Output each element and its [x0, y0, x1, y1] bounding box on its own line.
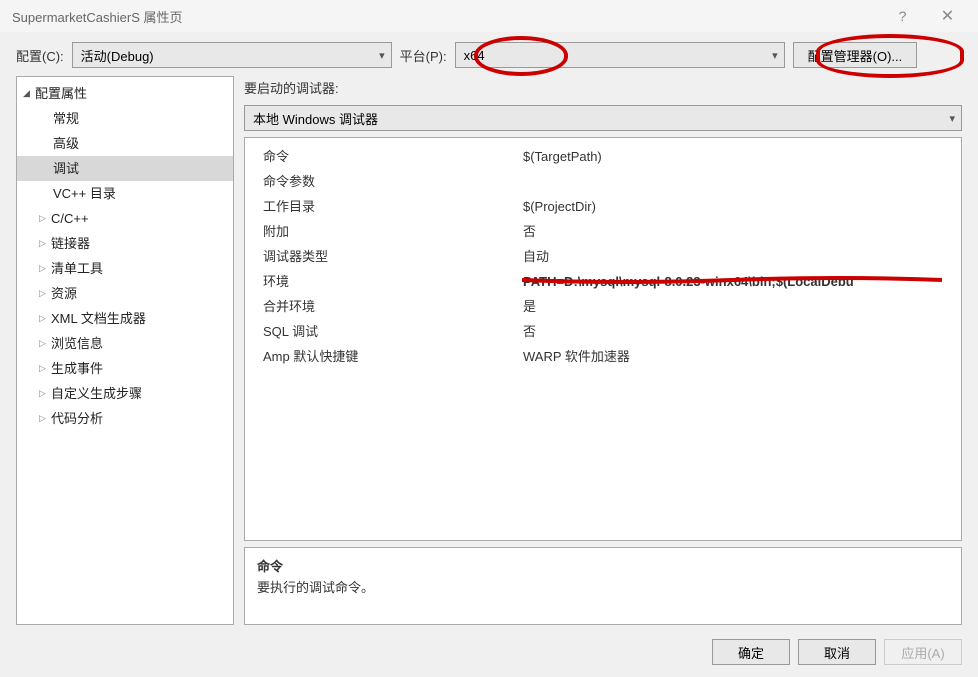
expand-icon — [39, 258, 51, 279]
right-pane: 要启动的调试器: 本地 Windows 调试器 命令$(TargetPath)命… — [244, 76, 962, 625]
tree-item-label: XML 文档生成器 — [51, 308, 146, 329]
expand-icon — [23, 83, 35, 104]
close-button[interactable]: ✕ — [925, 1, 970, 31]
body-area: 配置属性 常规高级调试 VC++ 目录 C/C++ 链接器清单工具资源 XML 文档生成… — [0, 76, 978, 631]
tree-item-label: VC++ 目录 — [53, 183, 116, 204]
debugger-dropdown[interactable]: 本地 Windows 调试器 — [244, 105, 962, 131]
titlebar-controls: ? ✕ — [880, 1, 970, 31]
tree-item-label: 高级 — [53, 133, 79, 154]
tree-item[interactable]: 代码分析 — [17, 406, 233, 431]
description-title: 命令 — [257, 556, 949, 575]
grid-row[interactable]: 工作目录$(ProjectDir) — [245, 194, 961, 219]
tree-item[interactable]: 链接器 — [17, 231, 233, 256]
tree-item[interactable]: 常规 — [17, 106, 233, 131]
expand-icon — [39, 383, 51, 404]
tree-item-label: 自定义生成步骤 — [51, 383, 142, 404]
grid-wrap: 命令$(TargetPath)命令参数工作目录$(ProjectDir)附加否调… — [244, 137, 962, 541]
tree-item-label: C/C++ — [51, 208, 89, 229]
config-label: 配置(C): — [16, 46, 64, 65]
description-box: 命令 要执行的调试命令。 — [244, 547, 962, 625]
apply-button: 应用(A) — [884, 639, 962, 665]
grid-key: 附加 — [263, 221, 523, 242]
grid-value: 自动 — [523, 246, 943, 267]
grid-value: 否 — [523, 321, 943, 342]
expand-icon — [39, 408, 51, 429]
tree-item-label: 浏览信息 — [51, 333, 103, 354]
grid-row[interactable]: 附加否 — [245, 219, 961, 244]
grid-row[interactable]: 调试器类型自动 — [245, 244, 961, 269]
tree-item[interactable]: XML 文档生成器 — [17, 306, 233, 331]
platform-dropdown[interactable]: x64 — [455, 42, 785, 68]
tree-item[interactable]: VC++ 目录 — [17, 181, 233, 206]
expand-icon — [39, 208, 51, 229]
tree-item[interactable]: 浏览信息 — [17, 331, 233, 356]
tree-item-label: 生成事件 — [51, 358, 103, 379]
config-dropdown[interactable]: 活动(Debug) — [72, 42, 392, 68]
tree-item-label: 清单工具 — [51, 258, 103, 279]
config-manager-button[interactable]: 配置管理器(O)... — [793, 42, 918, 68]
grid-value: WARP 软件加速器 — [523, 346, 943, 367]
grid-key: 命令参数 — [263, 171, 523, 192]
tree-item[interactable]: 生成事件 — [17, 356, 233, 381]
tree-root[interactable]: 配置属性 — [17, 81, 233, 106]
tree-item[interactable]: 高级 — [17, 131, 233, 156]
grid-key: 命令 — [263, 146, 523, 167]
grid-value: 否 — [523, 221, 943, 242]
debugger-label: 要启动的调试器: — [244, 76, 962, 99]
window-title: SupermarketCashierS 属性页 — [8, 7, 880, 26]
grid-key: 环境 — [263, 271, 523, 292]
tree-item-label: 常规 — [53, 108, 79, 129]
expand-icon — [39, 308, 51, 329]
tree-item-label: 代码分析 — [51, 408, 103, 429]
grid-row[interactable]: SQL 调试否 — [245, 319, 961, 344]
grid-value: 是 — [523, 296, 943, 317]
expand-icon — [39, 283, 51, 304]
debugger-value: 本地 Windows 调试器 — [253, 109, 378, 128]
titlebar: SupermarketCashierS 属性页 ? ✕ — [0, 0, 978, 32]
grid-key: SQL 调试 — [263, 321, 523, 342]
platform-label: 平台(P): — [400, 46, 447, 65]
grid-value: $(TargetPath) — [523, 146, 943, 167]
cancel-button[interactable]: 取消 — [798, 639, 876, 665]
tree-pane[interactable]: 配置属性 常规高级调试 VC++ 目录 C/C++ 链接器清单工具资源 XML 文档生成… — [16, 76, 234, 625]
expand-icon — [39, 333, 51, 354]
config-value: 活动(Debug) — [81, 46, 154, 65]
expand-icon — [39, 358, 51, 379]
tree-root-label: 配置属性 — [35, 83, 87, 104]
tree-item[interactable]: 自定义生成步骤 — [17, 381, 233, 406]
grid-value: PATH=D:\mysql\mysql-8.0.23-winx64\bin;$(… — [523, 271, 943, 292]
tree-item[interactable]: 调试 — [17, 156, 233, 181]
help-button[interactable]: ? — [880, 1, 925, 31]
grid-key: 工作目录 — [263, 196, 523, 217]
description-text: 要执行的调试命令。 — [257, 577, 949, 596]
grid-row[interactable]: 命令参数 — [245, 169, 961, 194]
grid-row[interactable]: 环境PATH=D:\mysql\mysql-8.0.23-winx64\bin;… — [245, 269, 961, 294]
grid-key: 合并环境 — [263, 296, 523, 317]
grid-key: 调试器类型 — [263, 246, 523, 267]
grid-key: Amp 默认快捷键 — [263, 346, 523, 367]
grid-row[interactable]: 合并环境是 — [245, 294, 961, 319]
tree-item-label: 链接器 — [51, 233, 90, 254]
platform-value: x64 — [464, 48, 485, 63]
dialog-buttons: 确定 取消 应用(A) — [0, 631, 978, 677]
ok-button[interactable]: 确定 — [712, 639, 790, 665]
tree-item[interactable]: C/C++ — [17, 206, 233, 231]
grid-value — [523, 171, 943, 192]
config-row: 配置(C): 活动(Debug) 平台(P): x64 配置管理器(O)... — [0, 32, 978, 76]
tree-item-label: 资源 — [51, 283, 77, 304]
grid-row[interactable]: Amp 默认快捷键WARP 软件加速器 — [245, 344, 961, 369]
tree-item-label: 调试 — [53, 158, 79, 179]
grid-value: $(ProjectDir) — [523, 196, 943, 217]
tree-item[interactable]: 资源 — [17, 281, 233, 306]
grid-row[interactable]: 命令$(TargetPath) — [245, 144, 961, 169]
expand-icon — [39, 233, 51, 254]
property-grid[interactable]: 命令$(TargetPath)命令参数工作目录$(ProjectDir)附加否调… — [244, 137, 962, 541]
tree-item[interactable]: 清单工具 — [17, 256, 233, 281]
